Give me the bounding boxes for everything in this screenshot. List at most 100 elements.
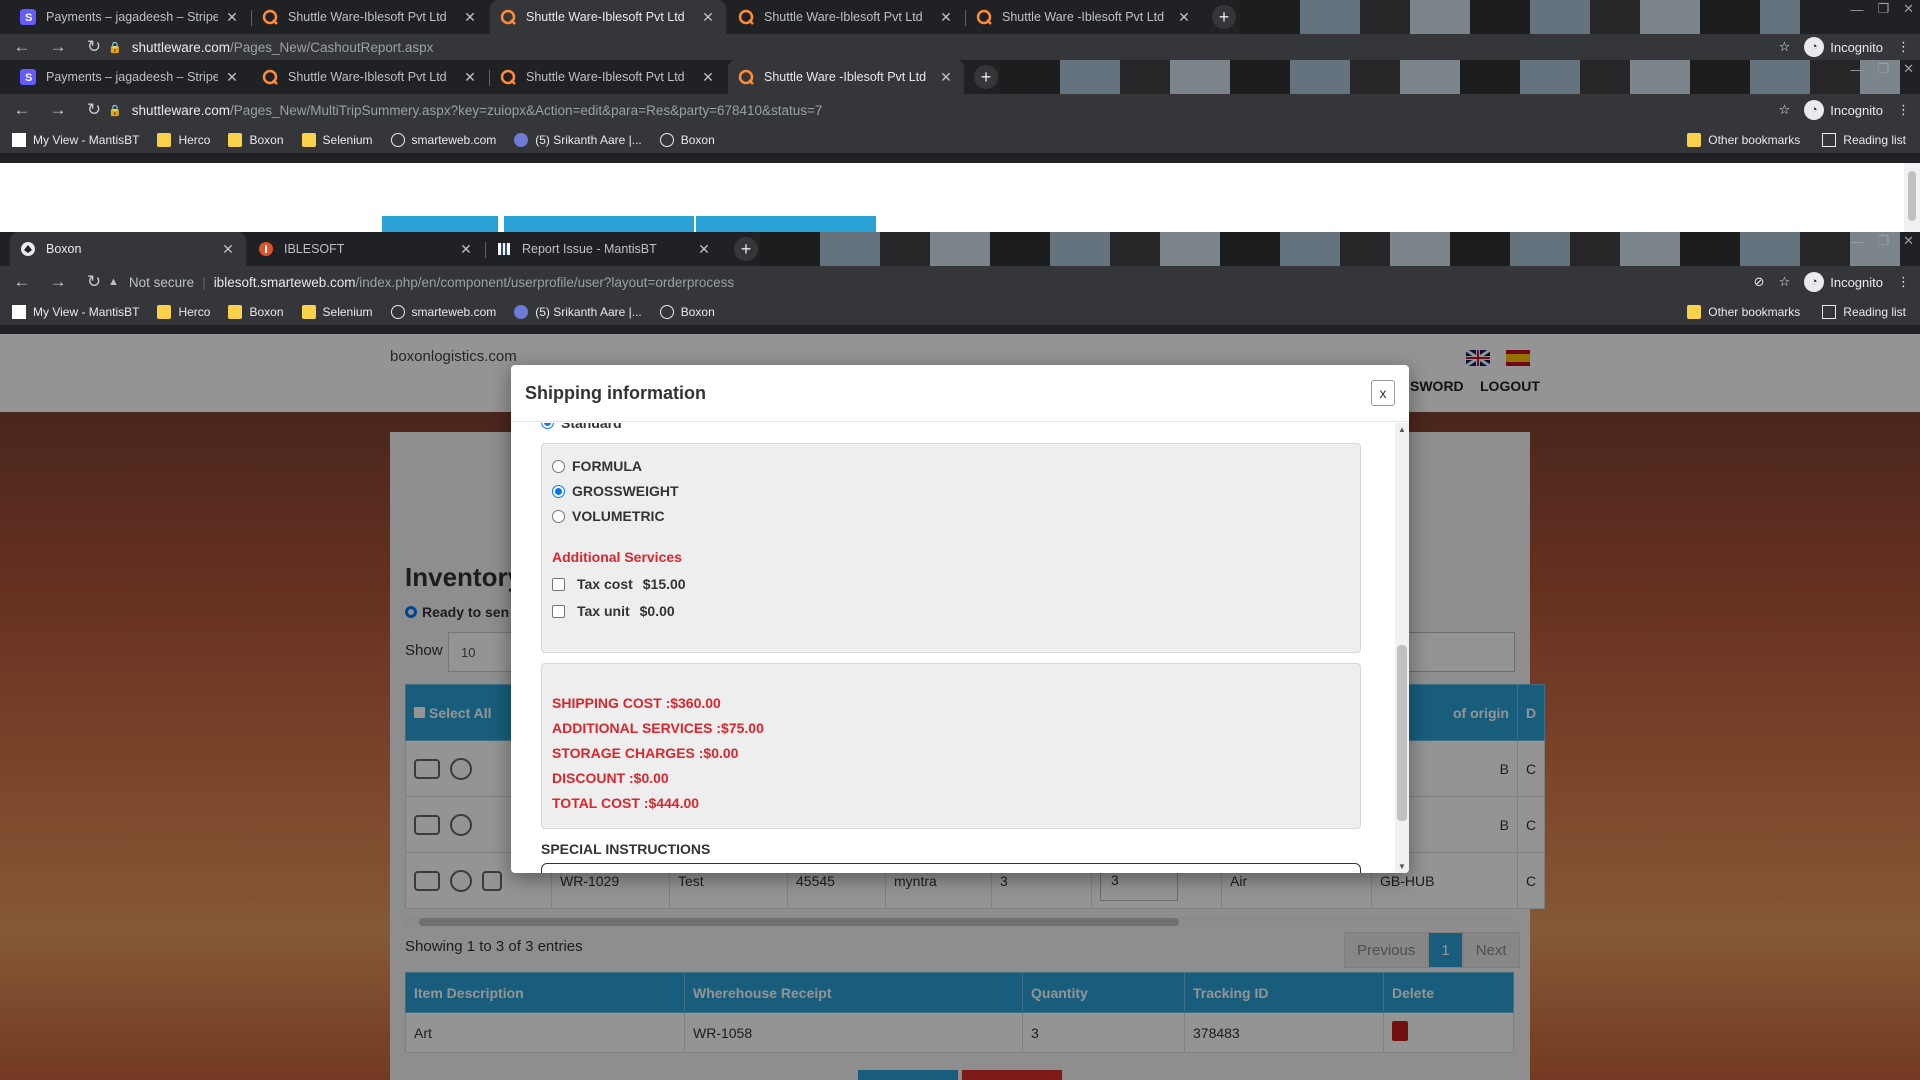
bookmark-smarteweb[interactable]: smarteweb.com	[390, 132, 496, 147]
close-tab-icon[interactable]: ✕	[462, 69, 478, 86]
other-bookmarks[interactable]: Other bookmarks	[1687, 132, 1800, 147]
lock-icon: 🔒	[108, 41, 122, 54]
tab-stripe[interactable]: S Payments – jagadeesh – Stripe [T ✕	[10, 0, 250, 34]
bookmark-boxon[interactable]: Boxon	[659, 132, 715, 147]
eye-off-icon[interactable]: ⊘	[1754, 274, 1765, 290]
minimize-icon[interactable]: —	[1850, 2, 1863, 17]
tax-unit-service[interactable]: Tax unit $0.00	[552, 603, 675, 619]
forward-icon[interactable]: →	[44, 96, 72, 124]
close-tab-icon[interactable]: ✕	[458, 241, 474, 258]
close-tab-icon[interactable]: ✕	[938, 69, 954, 86]
bookmark-selenium[interactable]: Selenium	[301, 304, 373, 319]
close-tab-icon[interactable]: ✕	[462, 9, 478, 26]
bookmark-boxon-folder[interactable]: Boxon	[228, 304, 284, 319]
bookmark-boxon-folder[interactable]: Boxon	[228, 132, 284, 147]
minimize-icon[interactable]: —	[1850, 234, 1863, 249]
back-icon[interactable]: ←	[8, 33, 36, 61]
close-tab-icon[interactable]: ✕	[700, 9, 716, 26]
modal-title: Shipping information	[525, 382, 706, 403]
tab-shuttleware-active[interactable]: Shuttle Ware-Iblesoft Pvt Ltd ✕	[490, 0, 726, 34]
bookmark-smarteweb[interactable]: smarteweb.com	[390, 304, 496, 319]
iblesoft-icon	[258, 241, 274, 257]
reading-list[interactable]: Reading list	[1822, 132, 1906, 147]
radio-button[interactable]	[552, 459, 565, 473]
restore-icon[interactable]: ❐	[1877, 1, 1889, 17]
star-icon[interactable]: ☆	[1779, 39, 1791, 55]
tab-mantis[interactable]: Report Issue - MantisBT ✕	[486, 232, 722, 266]
tab-shuttleware[interactable]: Shuttle Ware-Iblesoft Pvt Ltd ✕	[728, 0, 964, 34]
close-tab-icon[interactable]: ✕	[938, 9, 954, 26]
close-tab-icon[interactable]: ✕	[224, 69, 240, 86]
bookmark-srikanth[interactable]: (5) Srikanth Aare |...	[514, 304, 642, 319]
address-bar[interactable]: 🔒 shuttleware.com/Pages_New/MultiTripSum…	[108, 96, 1816, 124]
incognito-badge[interactable]: ◔ Incognito	[1804, 37, 1883, 57]
back-icon[interactable]: ←	[8, 96, 36, 124]
scroll-thumb[interactable]	[1397, 645, 1407, 821]
close-tab-icon[interactable]: ✕	[224, 9, 240, 26]
new-tab-button[interactable]: +	[974, 65, 998, 89]
tab-boxon[interactable]: Boxon ✕	[10, 232, 246, 266]
tab-stripe[interactable]: S Payments – jagadeesh – Stripe [T ✕	[10, 60, 250, 94]
folder-icon	[301, 304, 316, 319]
radio-button[interactable]	[552, 484, 565, 498]
folder-icon	[228, 304, 243, 319]
bookmark-herco[interactable]: Herco	[157, 132, 210, 147]
reload-icon[interactable]: ↻	[80, 96, 108, 124]
checkbox[interactable]	[552, 577, 565, 591]
new-tab-button[interactable]: +	[1212, 5, 1236, 29]
grossweight-option[interactable]: GROSSWEIGHT	[552, 483, 679, 499]
tax-cost-service[interactable]: Tax cost $15.00	[552, 576, 686, 592]
star-icon[interactable]: ☆	[1779, 274, 1791, 290]
incognito-badge[interactable]: ◔ Incognito	[1804, 272, 1883, 292]
reload-icon[interactable]: ↻	[80, 33, 108, 61]
special-instructions-input[interactable]	[541, 863, 1361, 873]
new-tab-button[interactable]: +	[734, 237, 758, 261]
tab-shuttleware[interactable]: Shuttle Ware-Iblesoft Pvt Ltd ✕	[252, 0, 488, 34]
scroll-down-icon[interactable]: ▼	[1398, 862, 1406, 871]
close-tab-icon[interactable]: ✕	[700, 69, 716, 86]
bookmark-srikanth[interactable]: (5) Srikanth Aare |...	[514, 132, 642, 147]
incognito-badge[interactable]: ◔ Incognito	[1804, 100, 1883, 120]
minimize-icon[interactable]: —	[1850, 62, 1863, 77]
close-tab-icon[interactable]: ✕	[220, 241, 236, 258]
address-bar[interactable]: 🔒 shuttleware.com/Pages_New/CashoutRepor…	[108, 34, 1816, 60]
reading-list[interactable]: Reading list	[1822, 304, 1906, 319]
volumetric-option[interactable]: VOLUMETRIC	[552, 508, 665, 524]
storage-charges: STORAGE CHARGES :$0.00	[552, 745, 739, 761]
scroll-up-icon[interactable]: ▲	[1398, 425, 1406, 434]
close-window-icon[interactable]: ✕	[1903, 233, 1914, 249]
close-tab-icon[interactable]: ✕	[1176, 9, 1192, 26]
tab-iblesoft[interactable]: IBLESOFT ✕	[248, 232, 484, 266]
tab-shuttleware[interactable]: Shuttle Ware-Iblesoft Pvt Ltd ✕	[252, 60, 488, 94]
close-window-icon[interactable]: ✕	[1903, 61, 1914, 77]
bookmark-mantis[interactable]: My View - MantisBT	[12, 132, 139, 147]
bookmark-boxon[interactable]: Boxon	[659, 304, 715, 319]
address-bar[interactable]: ▲ Not secure | iblesoft.smarteweb.com/in…	[108, 268, 1816, 296]
standard-option[interactable]: Standard	[541, 423, 622, 431]
menu-icon[interactable]: ⋮	[1897, 102, 1910, 118]
bookmark-herco[interactable]: Herco	[157, 304, 210, 319]
menu-icon[interactable]: ⋮	[1897, 274, 1910, 290]
bookmark-selenium[interactable]: Selenium	[301, 132, 373, 147]
restore-icon[interactable]: ❐	[1877, 233, 1889, 249]
formula-option[interactable]: FORMULA	[552, 458, 642, 474]
forward-icon[interactable]: →	[44, 268, 72, 296]
back-icon[interactable]: ←	[8, 268, 36, 296]
star-icon[interactable]: ☆	[1779, 102, 1791, 118]
tab-shuttleware[interactable]: Shuttle Ware -Iblesoft Pvt Ltd ✕	[966, 0, 1202, 34]
restore-icon[interactable]: ❐	[1877, 61, 1889, 77]
reload-icon[interactable]: ↻	[80, 268, 108, 296]
modal-close-button[interactable]: x	[1371, 380, 1395, 406]
close-window-icon[interactable]: ✕	[1903, 1, 1914, 17]
radio-button[interactable]	[552, 509, 565, 523]
modal-scrollbar[interactable]: ▲ ▼	[1395, 423, 1409, 873]
tab-shuttleware[interactable]: Shuttle Ware-Iblesoft Pvt Ltd ✕	[490, 60, 726, 94]
menu-icon[interactable]: ⋮	[1897, 39, 1910, 55]
other-bookmarks[interactable]: Other bookmarks	[1687, 304, 1800, 319]
bookmark-mantis[interactable]: My View - MantisBT	[12, 304, 139, 319]
forward-icon[interactable]: →	[44, 33, 72, 61]
checkbox[interactable]	[552, 604, 565, 618]
close-tab-icon[interactable]: ✕	[696, 241, 712, 258]
tab-shuttleware-active[interactable]: Shuttle Ware -Iblesoft Pvt Ltd ✕	[728, 60, 964, 94]
page-scrollbar[interactable]	[1904, 163, 1920, 233]
